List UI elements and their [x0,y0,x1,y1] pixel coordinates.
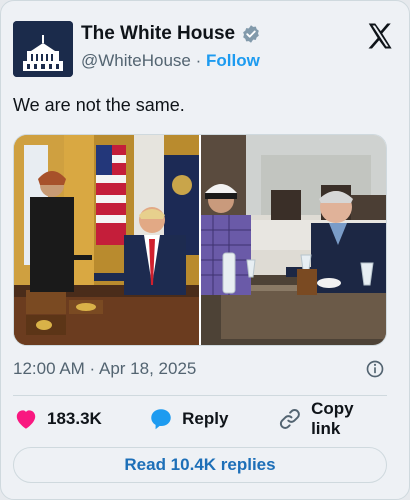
like-count: 183.3K [47,409,102,428]
x-logo-icon[interactable] [365,21,395,51]
info-icon[interactable] [365,359,385,379]
verified-badge-icon [243,25,259,43]
like-button[interactable]: 183.3K [13,406,130,432]
speech-bubble-icon [151,409,171,430]
photo-right-image [201,135,386,345]
separator: · [195,51,202,70]
tweet-header: The White House @WhiteHouse · Follow [13,17,399,79]
action-bar: 183.3K Reply Copy link [13,399,387,438]
tweet-text: We are not the same. [13,95,185,115]
timestamp-row: 12:00 AM · Apr 18, 2025 [13,359,385,381]
avatar[interactable] [13,21,73,77]
read-replies-button[interactable]: Read 10.4K replies [13,447,387,483]
link-icon [280,409,301,429]
follow-button[interactable]: Follow [206,51,260,70]
photo-left-image [14,135,199,345]
handle[interactable]: @WhiteHouse [81,51,191,70]
heart-icon [16,410,36,429]
reply-button[interactable]: Reply [148,406,267,432]
divider [13,395,387,396]
tweet-card: The White House @WhiteHouse · Follow We … [0,0,410,500]
reply-label: Reply [182,409,229,428]
media-grid [13,134,387,346]
display-name[interactable]: The White House [81,23,235,45]
timestamp[interactable]: 12:00 AM · Apr 18, 2025 [13,359,196,378]
photo-restaurant[interactable] [201,135,386,345]
copy-link-label: Copy link [311,399,354,438]
photo-oval-office[interactable] [14,135,199,345]
copy-link-button[interactable]: Copy link [277,399,387,439]
white-house-logo-icon [13,21,73,77]
